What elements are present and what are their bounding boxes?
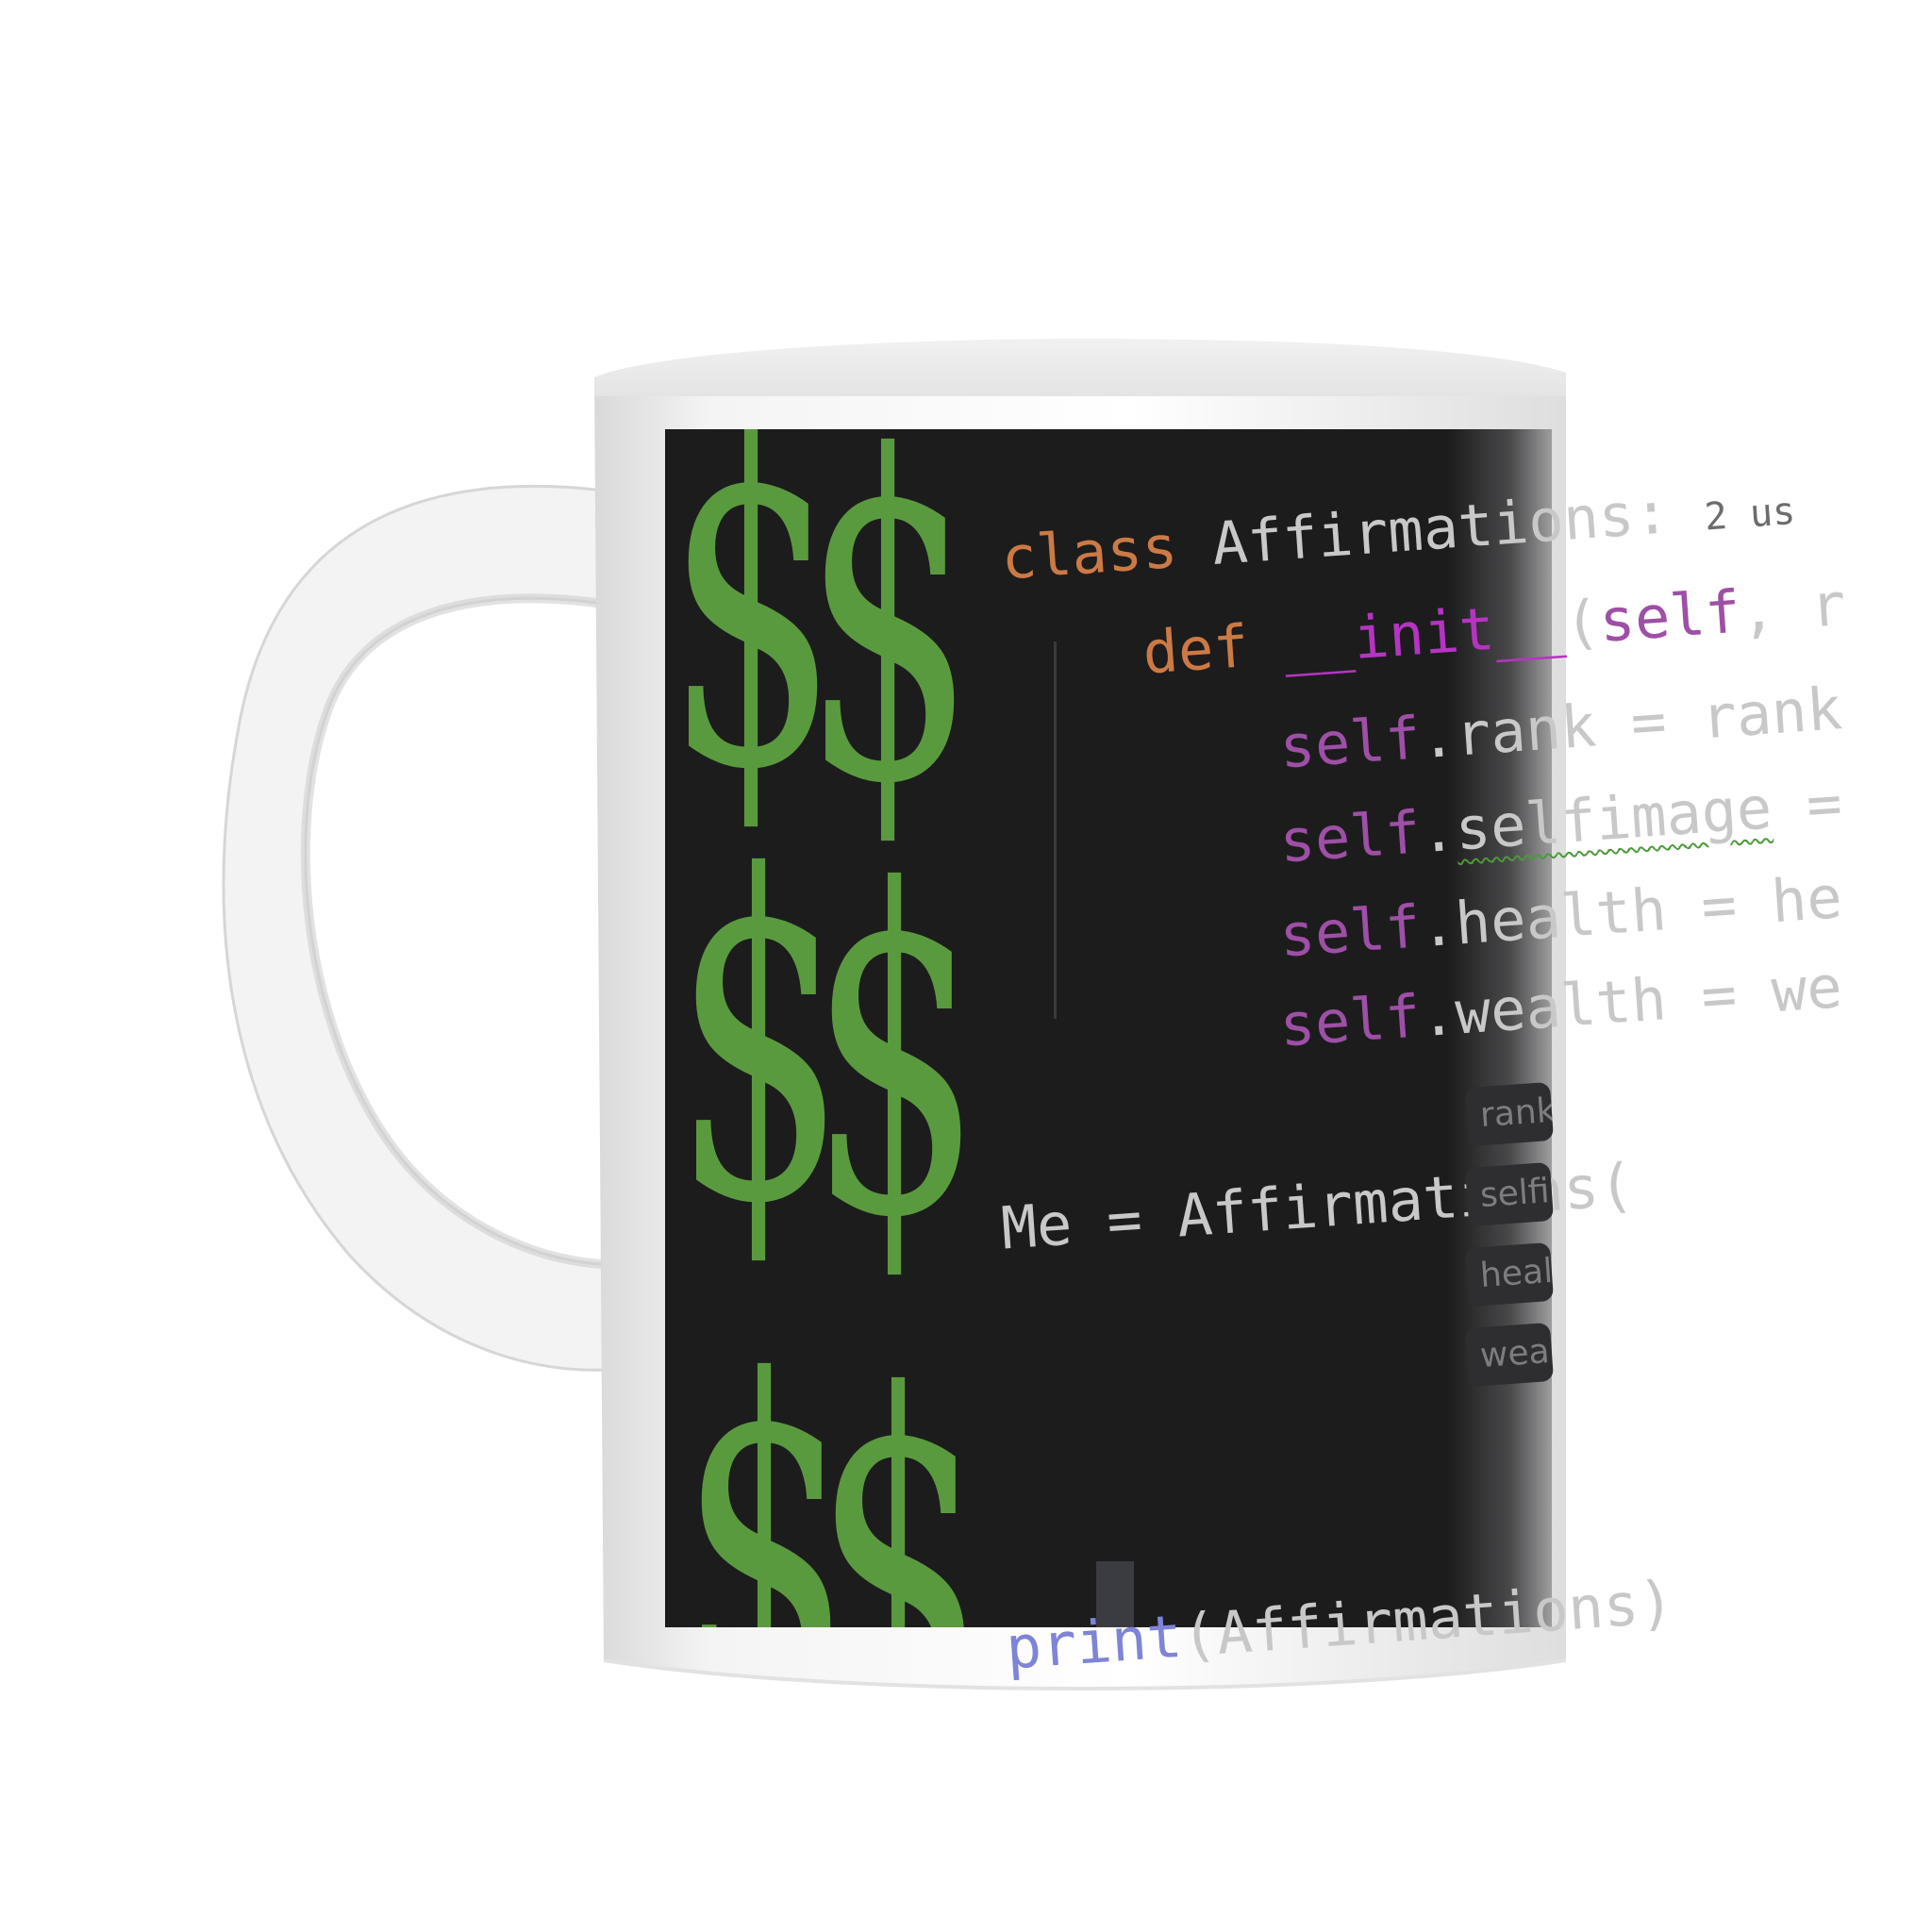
open-paren: (	[1179, 1599, 1220, 1671]
param-hint-rank: rank:	[1464, 1081, 1555, 1147]
value-wealth: we	[1769, 952, 1844, 1026]
indent-guide	[1054, 641, 1057, 1019]
param-hint-selfimage: selfim	[1464, 1161, 1555, 1227]
self-keyword: self	[1277, 981, 1424, 1060]
print-builtin: print	[1004, 1601, 1185, 1683]
mug-rim	[594, 339, 1566, 396]
param-hint-health: health	[1464, 1241, 1555, 1307]
param-hint-wealth: wealth	[1464, 1322, 1555, 1388]
assign-op: =	[1663, 957, 1774, 1033]
